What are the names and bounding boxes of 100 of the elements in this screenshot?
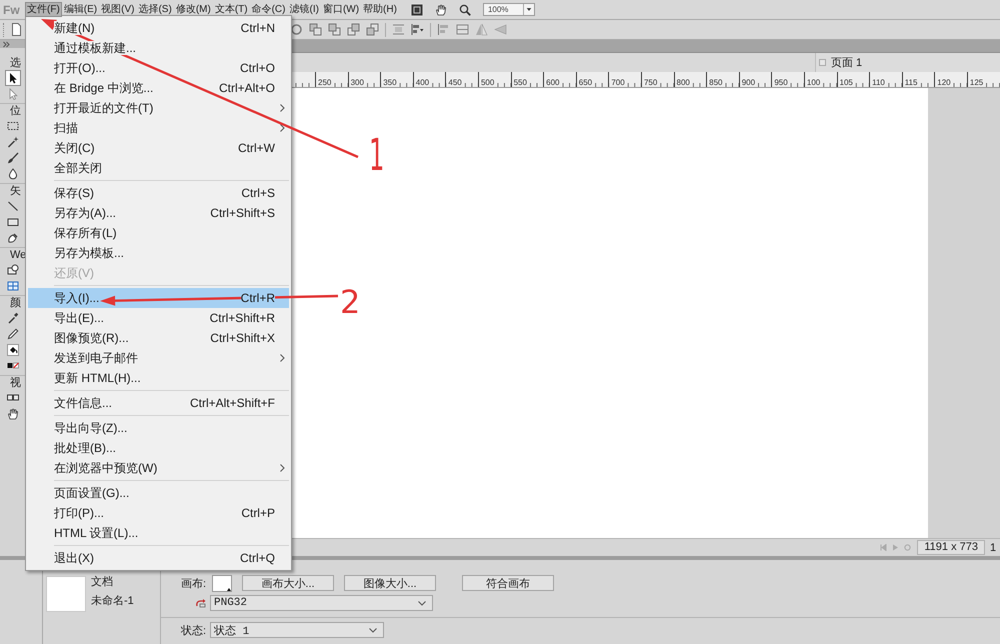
magnifier-icon[interactable] [458,4,471,16]
align-middle-icon[interactable] [456,23,469,36]
menu-item[interactable]: HTML 设置(L)... [28,523,289,543]
canvas-button[interactable]: 符合画布 [462,575,554,591]
stacked-squares-icon[interactable] [309,23,322,36]
panel-section-label: 视 [9,376,22,390]
menu-item[interactable]: 另存为(A)... Ctrl+Shift+S [28,203,289,223]
ring-icon[interactable] [290,23,303,36]
double-chevron-icon[interactable] [3,40,10,48]
format-select[interactable]: PNG32 [210,595,433,611]
ruler-label: 300 [350,78,364,87]
ruler-label: 550 [514,78,527,87]
menu-bar-item[interactable]: 修改(M) [174,2,213,17]
menu-item[interactable]: 保存(S) Ctrl+S [28,183,289,203]
panel-section-label: We [9,248,28,262]
dashed-rectangle-icon [7,120,19,132]
shortcut-text: Ctrl+W [238,141,275,155]
menu-item[interactable]: 打印(P)... Ctrl+P [28,503,289,523]
shortcut-text: Ctrl+O [240,61,275,75]
ruler-label: 600 [546,78,560,87]
stacked-squares-icon[interactable] [347,23,360,36]
panel-section-label: 选 [9,56,22,70]
ruler-label: 400 [416,78,430,87]
menu-item[interactable]: 关闭(C) Ctrl+W [28,138,289,158]
shortcut-text: Ctrl+Alt+O [218,81,275,95]
menu-item[interactable]: 批处理(B)... [28,438,289,458]
menu-bar-item[interactable]: 帮助(H) [361,2,399,17]
zoom-select[interactable]: 100% [482,3,535,16]
tool-button[interactable] [5,326,21,342]
ruler-label: 500 [480,78,494,87]
ruler-label: 250 [318,78,332,87]
menu-item[interactable]: 另存为模板... [28,243,289,263]
document-thumbnail [46,576,86,612]
canvas-size-text: 1191 x 773 [917,540,985,555]
menu-item[interactable]: 新建(N) Ctrl+N [28,18,289,38]
hand-icon[interactable] [434,4,447,16]
panel-section-label: 位 [9,104,22,118]
shortcut-text: Ctrl+Alt+Shift+F [190,396,275,410]
menu-item[interactable]: 发送到电子邮件 [28,348,289,368]
tool-button[interactable] [5,342,21,358]
menu-item[interactable]: 文件信息... Ctrl+Alt+Shift+F [28,393,289,413]
menu-bar-item[interactable]: 窗口(W) [320,2,362,17]
paint-bucket-icon [7,344,19,356]
ruler-label: 450 [448,78,462,87]
canvas-button[interactable]: 图像大小... [344,575,436,591]
menu-bar-item[interactable]: 文本(T) [212,2,250,17]
shortcut-text: Ctrl+S [241,186,275,200]
tool-button[interactable] [5,406,21,422]
ruler-label: 800 [676,78,690,87]
shortcut-text: Ctrl+Shift+S [210,206,275,220]
stacked-squares-icon[interactable] [366,23,379,36]
ruler-label: 700 [611,78,625,87]
ruler-label: 120 [937,78,951,87]
menu-bar-item[interactable]: 视图(V) [99,2,136,17]
menu-item[interactable]: 导入(I)... Ctrl+R [28,288,289,308]
slice-icon [7,280,19,292]
annotation-number: 2 [340,286,360,318]
tool-button[interactable] [5,70,21,86]
menu-item[interactable]: 在浏览器中预览(W) [28,458,289,478]
menu-item[interactable]: 更新 HTML(H)... [28,368,289,388]
chevron-down-icon [369,628,377,632]
line-icon [7,200,19,212]
menu-item[interactable]: 扫描 [28,118,289,138]
hand-icon [7,408,19,420]
menu-bar-item[interactable]: 选择(S) [136,2,174,17]
menu-item[interactable]: 导出向导(Z)... [28,418,289,438]
drop-icon [7,168,19,180]
menu-item[interactable]: 在 Bridge 中浏览... Ctrl+Alt+O [28,78,289,98]
tool-button[interactable] [5,150,21,166]
align-left-icon[interactable] [437,23,450,36]
hotspot-icon [7,264,19,276]
ruler-label: 850 [709,78,722,87]
ruler-label: 950 [774,78,788,87]
state-select[interactable]: 状态 1 [210,622,384,638]
menu-item[interactable]: 通过模板新建... [28,38,289,58]
menu-item[interactable]: 打开最近的文件(T) [28,98,289,118]
menu-item[interactable]: 保存所有(L) [28,223,289,243]
menu-item[interactable]: 打开(O)... Ctrl+O [28,58,289,78]
menu-bar-item[interactable]: 编辑(E) [62,2,100,17]
stacked-squares-icon[interactable] [328,23,341,36]
align-dropdown-icon[interactable] [411,23,424,36]
menu-bar-item[interactable]: 文件(F) [25,2,62,17]
menu-bar-item[interactable]: 滤镜(I) [287,2,321,17]
square-icon[interactable] [410,4,423,16]
panel-section-label: 矢 [9,184,22,198]
menu-item[interactable]: 图像预览(R)... Ctrl+Shift+X [28,328,289,348]
menu-item[interactable]: 页面设置(G)... [28,483,289,503]
new-document-icon[interactable] [10,23,23,36]
menu-item[interactable]: 全部关闭 [28,158,289,178]
field-label: 状态: [180,624,206,638]
document-name: 未命名-1 [91,594,134,609]
menu-item[interactable]: 退出(X) Ctrl+Q [28,548,289,568]
color-swatch-icon[interactable] [212,574,232,592]
canvas-button[interactable]: 画布大小... [242,575,334,591]
chevron-down-icon [418,600,426,606]
menu-item[interactable]: 导出(E)... Ctrl+Shift+R [28,308,289,328]
menu-bar-item[interactable]: 命令(C) [250,2,288,17]
shortcut-text: Ctrl+N [240,21,275,35]
curved-arrow-icon [195,598,206,608]
pencil-icon [7,328,19,340]
